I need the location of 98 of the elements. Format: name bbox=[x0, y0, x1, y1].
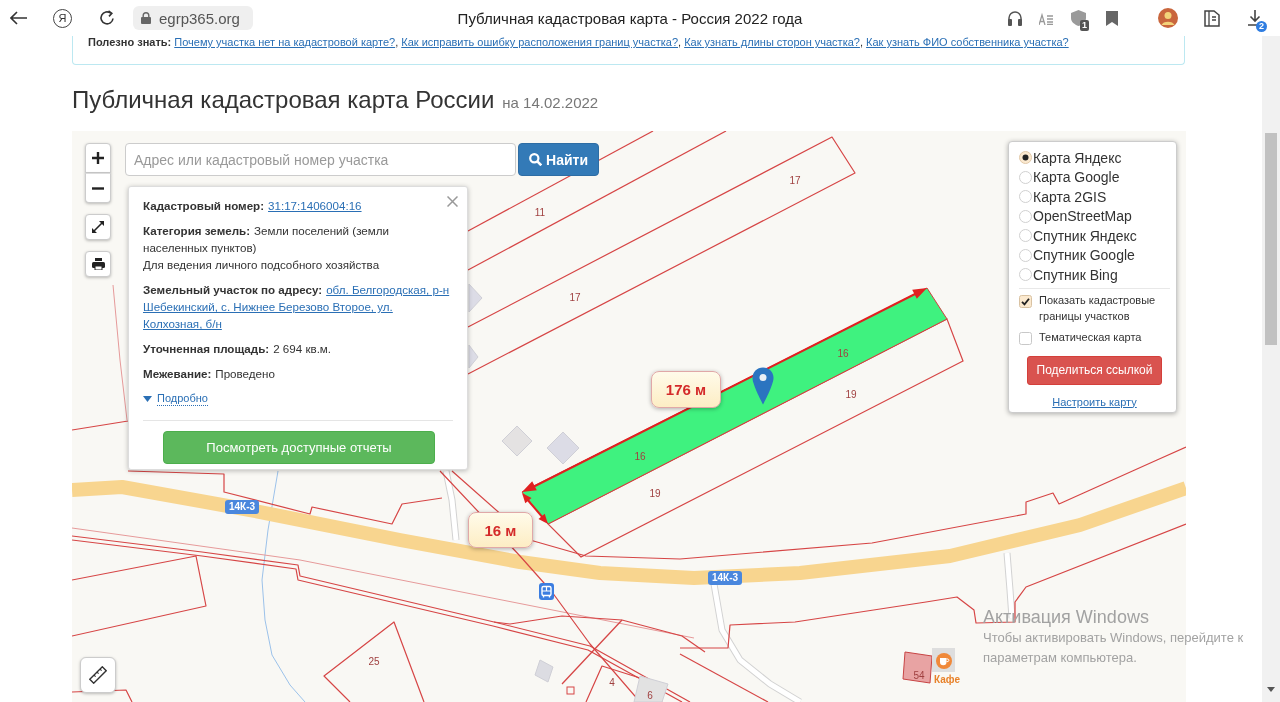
notification-badge: 2 bbox=[1256, 21, 1267, 32]
width-label: 16 м bbox=[468, 512, 533, 548]
width-arrow bbox=[522, 493, 548, 524]
parcel-number: 19 bbox=[649, 488, 661, 499]
layer-option[interactable]: Карта Google bbox=[1033, 169, 1120, 186]
cafe-icon[interactable] bbox=[932, 648, 955, 672]
parcel-number: 19 bbox=[845, 389, 857, 400]
radio-button[interactable] bbox=[1019, 170, 1032, 184]
parcel-field: Уточненная площадь: 2 694 кв.м. bbox=[143, 340, 332, 357]
fullscreen-button[interactable] bbox=[85, 214, 111, 240]
length-label: 176 м bbox=[651, 371, 721, 408]
parcel-number: 17 bbox=[569, 292, 581, 303]
checkbox[interactable] bbox=[1019, 331, 1032, 345]
address-bar[interactable]: egrp365.org bbox=[133, 6, 253, 30]
reader-mode-icon[interactable] bbox=[1039, 11, 1053, 25]
printer-icon bbox=[91, 258, 105, 270]
expand-icon bbox=[92, 221, 104, 233]
map-pin-icon[interactable] bbox=[752, 367, 774, 405]
parcel-note: Для ведения личного подсобного хозяйства bbox=[143, 257, 380, 273]
help-link[interactable]: Как узнать ФИО собственника участка? bbox=[866, 36, 1069, 48]
checkbox-label[interactable]: Тематическая карта bbox=[1039, 328, 1142, 345]
plus-icon bbox=[92, 152, 104, 164]
bookmark-icon[interactable] bbox=[1106, 10, 1118, 26]
help-link[interactable]: Как узнать длины сторон участка? bbox=[684, 36, 860, 48]
checkbox[interactable] bbox=[1019, 294, 1032, 308]
parcel-field: Земельный участок по адресу: обл. Белгородская, р-н Шебекинский, с. Нижнее Березово Второе, ул. Колхозная, б/н bbox=[143, 281, 450, 332]
reload-icon[interactable] bbox=[99, 10, 115, 26]
road-number-sign: 14К-3 bbox=[708, 571, 743, 585]
address-link[interactable]: Колхозная, б/н bbox=[143, 317, 222, 330]
parcel-number: 54 bbox=[913, 670, 925, 681]
building bbox=[501, 425, 533, 457]
layer-option[interactable]: Карта Яндекс bbox=[1033, 149, 1122, 166]
help-link[interactable]: Почему участка нет на кадастровой карте? bbox=[174, 36, 396, 48]
search-icon bbox=[529, 153, 542, 166]
map-settings-link[interactable]: Настроить карту bbox=[1052, 395, 1137, 408]
extension-icon[interactable] bbox=[1071, 10, 1086, 26]
building bbox=[633, 675, 669, 702]
activation-text: Чтобы активировать Windows, перейдите к параметрам компьютера. bbox=[983, 629, 1244, 667]
minus-icon bbox=[92, 186, 104, 190]
caret-icon[interactable] bbox=[143, 395, 152, 402]
parcel-number: 16 bbox=[634, 451, 646, 462]
parcel-number: 17 bbox=[789, 175, 801, 186]
zoom-out-button[interactable] bbox=[85, 173, 111, 203]
layer-option[interactable]: OpenStreetMap bbox=[1033, 208, 1132, 225]
radio-button[interactable] bbox=[1019, 268, 1032, 282]
layer-option[interactable]: Спутник Яндекс bbox=[1033, 227, 1137, 244]
radio-button[interactable] bbox=[1019, 248, 1032, 262]
zoom-in-button[interactable] bbox=[85, 143, 111, 173]
scrollbar-track[interactable] bbox=[1262, 36, 1280, 702]
parcel-number: 11 bbox=[534, 207, 546, 218]
selected-parcel[interactable] bbox=[521, 287, 948, 525]
close-icon[interactable] bbox=[447, 196, 458, 207]
parcel-field: Кадастровый номер: 31:17:1406004:16 bbox=[143, 197, 362, 214]
notification-badge: 1 bbox=[1080, 20, 1089, 31]
ruler-button[interactable] bbox=[80, 657, 116, 693]
sidebar-icon[interactable] bbox=[1204, 9, 1220, 27]
ruler-icon bbox=[89, 666, 107, 684]
tips-text: Полезно знать: Почему участка нет на кадастровой карте?, Как исправить ошибку расположения границ участка?, Как узнать длины сторон участка?, Как узнать ФИО собственника участка? bbox=[88, 36, 1069, 48]
parcel-number: 6 bbox=[647, 690, 653, 701]
lock-icon bbox=[141, 12, 151, 24]
page-heading: Публичная кадастровая карта России bbox=[72, 86, 495, 114]
parcel-number: 4 bbox=[609, 677, 615, 688]
layer-option[interactable]: Спутник Google bbox=[1033, 247, 1135, 264]
cadastral-number-link[interactable]: 31:17:1406004:16 bbox=[268, 199, 362, 212]
layer-option[interactable]: Карта 2GIS bbox=[1033, 188, 1107, 205]
parcel-field: Категория земель: Земли поселений (земли населенных пунктов) bbox=[143, 222, 457, 256]
details-link[interactable]: Подробно bbox=[157, 391, 208, 406]
small-parcel bbox=[902, 651, 933, 684]
parcel-number: 16 bbox=[837, 348, 849, 359]
print-button[interactable] bbox=[85, 251, 111, 277]
tab-title: Публичная кадастровая карта - Россия 2022 года bbox=[457, 9, 803, 27]
building bbox=[534, 659, 554, 683]
address-link[interactable]: Шебекинский, с. Нижнее Березово Второе, ул. bbox=[143, 300, 393, 313]
heading-date: на 14.02.2022 bbox=[502, 94, 599, 111]
scrollbar-thumb[interactable] bbox=[1265, 133, 1277, 345]
radio-button[interactable] bbox=[1019, 190, 1032, 204]
building bbox=[546, 431, 580, 465]
radio-button[interactable] bbox=[1019, 209, 1032, 223]
address-text[interactable]: egrp365.org bbox=[159, 9, 240, 27]
search-field[interactable]: Адрес или кадастровый номер участка bbox=[125, 143, 516, 176]
parcel-field: Межевание: Проведено bbox=[143, 365, 275, 382]
radio-button[interactable] bbox=[1019, 229, 1032, 243]
parcel-number: 25 bbox=[368, 656, 380, 667]
avatar-icon[interactable] bbox=[1158, 8, 1178, 28]
scroll-down-icon[interactable] bbox=[1267, 687, 1275, 692]
search-button[interactable]: Найти bbox=[518, 143, 599, 176]
small-parcel bbox=[566, 686, 575, 695]
address-link[interactable]: обл. Белгородская, р-н bbox=[326, 283, 450, 296]
road-number-sign: 14К-3 bbox=[225, 500, 260, 514]
share-link-button[interactable]: Поделиться ссылкой bbox=[1027, 355, 1162, 385]
back-arrow-icon[interactable] bbox=[10, 11, 27, 25]
radio-button[interactable] bbox=[1019, 151, 1032, 165]
bus-stop-icon[interactable] bbox=[539, 583, 554, 600]
side-road bbox=[442, 470, 460, 541]
headphones-icon[interactable] bbox=[1007, 10, 1023, 26]
help-link[interactable]: Как исправить ошибку расположения границ участка? bbox=[401, 36, 678, 48]
checkbox-label[interactable]: Показать кадастровые границы участков bbox=[1039, 291, 1170, 324]
layer-option[interactable]: Спутник Bing bbox=[1033, 266, 1118, 283]
